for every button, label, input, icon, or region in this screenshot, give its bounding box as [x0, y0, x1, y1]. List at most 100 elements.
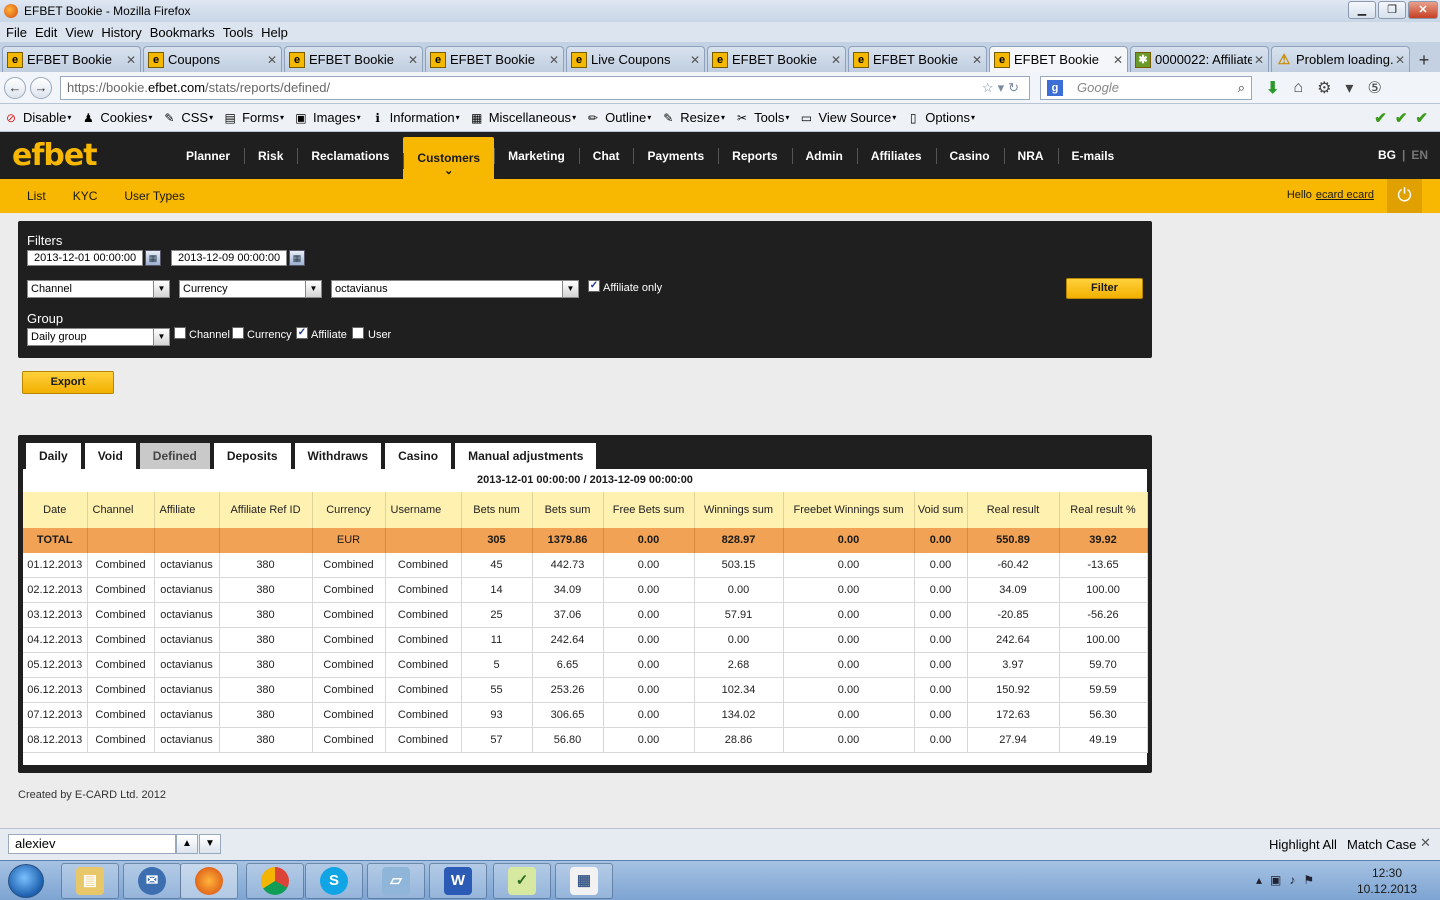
- close-tab-icon[interactable]: ✕: [1113, 53, 1123, 67]
- close-tab-icon[interactable]: ✕: [267, 53, 277, 67]
- menu-bookmarks[interactable]: Bookmarks: [146, 25, 219, 40]
- calendar-icon[interactable]: ▦: [145, 250, 161, 266]
- column-header[interactable]: Username: [385, 492, 462, 528]
- nav-marketing[interactable]: Marketing: [494, 132, 579, 179]
- browser-tab[interactable]: e Coupons ✕: [143, 46, 282, 72]
- subnav-user-types[interactable]: User Types: [108, 189, 195, 203]
- calendar-icon[interactable]: ▦: [289, 250, 305, 266]
- column-header[interactable]: Affiliate: [154, 492, 220, 528]
- find-next-button[interactable]: ▼: [199, 834, 221, 854]
- devtool-options[interactable]: ▯ Options ▾: [906, 110, 975, 125]
- browser-tab[interactable]: e Live Coupons ✕: [566, 46, 705, 72]
- forward-button[interactable]: →: [30, 76, 52, 99]
- nav-chat[interactable]: Chat: [578, 132, 634, 179]
- column-header[interactable]: Free Bets sum: [603, 492, 695, 528]
- search-bar[interactable]: g Google ⌕: [1040, 75, 1252, 100]
- tab-deposits[interactable]: Deposits: [213, 443, 291, 469]
- date-from-input[interactable]: 2013-12-01 00:00:00: [27, 250, 143, 266]
- group-user-checkbox[interactable]: [352, 327, 364, 339]
- taskbar-spreadsheet[interactable]: ▦: [555, 863, 613, 899]
- nav-emails[interactable]: E-mails: [1057, 132, 1129, 179]
- group-affiliate-checkbox[interactable]: ✓: [296, 327, 308, 339]
- close-findbar-icon[interactable]: ✕: [1420, 835, 1431, 851]
- channel-select[interactable]: Channel ▼: [27, 280, 170, 298]
- find-previous-button[interactable]: ▲: [176, 834, 198, 854]
- menu-history[interactable]: History: [97, 25, 145, 40]
- group-currency-checkbox[interactable]: [232, 327, 244, 339]
- devtool-miscellaneous[interactable]: ▦ Miscellaneous ▾: [470, 110, 576, 125]
- nav-planner[interactable]: Planner: [172, 132, 244, 179]
- group-channel-checkbox[interactable]: [174, 327, 186, 339]
- date-to-input[interactable]: 2013-12-09 00:00:00: [171, 250, 287, 266]
- taskbar-skype[interactable]: S: [305, 863, 363, 899]
- logout-power-icon[interactable]: ⏻: [1387, 179, 1422, 213]
- column-header[interactable]: Affiliate Ref ID: [219, 492, 313, 528]
- taskbar-firefox[interactable]: [180, 863, 238, 899]
- tab-withdraws[interactable]: Withdraws: [294, 443, 382, 469]
- url-bar[interactable]: https://bookie. efbet.com/stats/reports/d…: [60, 75, 1030, 100]
- column-header[interactable]: Real result %: [1059, 492, 1148, 528]
- devtool-cookies[interactable]: ♟ Cookies ▾: [81, 110, 152, 125]
- taskbar-notepad[interactable]: ▱: [367, 863, 425, 899]
- column-header[interactable]: Bets sum: [532, 492, 604, 528]
- affiliate-only-checkbox[interactable]: ✓: [588, 280, 600, 292]
- nav-customers[interactable]: Customers: [403, 137, 495, 179]
- close-tab-icon[interactable]: ✕: [831, 53, 841, 67]
- export-button[interactable]: Export: [22, 371, 114, 394]
- match-case-button[interactable]: Match Case: [1347, 837, 1416, 852]
- new-tab-button[interactable]: +: [1412, 48, 1436, 72]
- devtool-resize[interactable]: ✎ Resize ▾: [661, 110, 725, 125]
- close-tab-icon[interactable]: ✕: [690, 53, 700, 67]
- column-header[interactable]: Date: [23, 492, 88, 528]
- taskbar-chrome[interactable]: [246, 863, 304, 899]
- devtool-tools[interactable]: ✂ Tools ▾: [735, 110, 789, 125]
- highlight-all-button[interactable]: Highlight All: [1269, 837, 1337, 852]
- devtool-outline[interactable]: ✏ Outline ▾: [586, 110, 651, 125]
- menu-help[interactable]: Help: [257, 25, 292, 40]
- tab-casino[interactable]: Casino: [385, 443, 452, 469]
- browser-tab[interactable]: e EFBET Bookie ✕: [848, 46, 987, 72]
- taskbar-checklist[interactable]: ✓: [493, 863, 551, 899]
- browser-tab[interactable]: e EFBET Bookie ✕: [707, 46, 846, 72]
- close-tab-icon[interactable]: ✕: [408, 53, 418, 67]
- close-tab-icon[interactable]: ✕: [126, 53, 136, 67]
- menu-tools[interactable]: Tools: [219, 25, 257, 40]
- menu-chevron-icon[interactable]: ▾: [1345, 78, 1353, 98]
- browser-tab[interactable]: ⚠ Problem loading... ✕: [1271, 46, 1410, 72]
- column-header[interactable]: Bets num: [461, 492, 533, 528]
- lang-en[interactable]: EN: [1411, 148, 1428, 162]
- affiliate-select[interactable]: octavianus ▼: [331, 280, 579, 298]
- nav-payments[interactable]: Payments: [633, 132, 718, 179]
- browser-tab[interactable]: ✱ 0000022: Affiliate...✕: [1130, 46, 1269, 72]
- nav-affiliates[interactable]: Affiliates: [856, 132, 936, 179]
- column-header[interactable]: Freebet Winnings sum: [783, 492, 915, 528]
- tab-void[interactable]: Void: [84, 443, 136, 469]
- currency-select[interactable]: Currency ▼: [179, 280, 322, 298]
- browser-tab[interactable]: e EFBET Bookie ✕: [2, 46, 141, 72]
- browser-tab[interactable]: e EFBET Bookie ✕: [989, 46, 1128, 72]
- subnav-kyc[interactable]: KYC: [57, 189, 109, 203]
- minimize-button[interactable]: ▁: [1348, 1, 1376, 19]
- taskbar-thunderbird[interactable]: ✉: [123, 863, 181, 899]
- devtool-disable[interactable]: ⊘ Disable ▾: [4, 110, 71, 125]
- clock[interactable]: 12:30 10.12.2013 г.: [1355, 865, 1419, 900]
- tab-manual-adjustments[interactable]: Manual adjustments: [455, 443, 597, 469]
- download-icon[interactable]: ⬇: [1266, 78, 1279, 98]
- search-icon[interactable]: ⌕: [1238, 80, 1245, 96]
- column-header[interactable]: Real result: [967, 492, 1060, 528]
- username-link[interactable]: ecard ecard: [1316, 189, 1374, 201]
- filter-button[interactable]: Filter: [1066, 278, 1143, 299]
- menu-file[interactable]: File: [2, 25, 31, 40]
- taskbar-explorer[interactable]: ▤: [61, 863, 119, 899]
- counter-icon[interactable]: ⑤: [1367, 78, 1381, 98]
- close-window-button[interactable]: ✕: [1408, 1, 1438, 19]
- nav-admin[interactable]: Admin: [791, 132, 857, 179]
- subnav-list[interactable]: List: [0, 189, 57, 203]
- group-select[interactable]: Daily group ▼: [27, 328, 170, 346]
- home-icon[interactable]: ⌂: [1293, 79, 1303, 97]
- taskbar-word[interactable]: W: [429, 863, 487, 899]
- close-tab-icon[interactable]: ✕: [1254, 53, 1264, 67]
- google-icon[interactable]: g: [1047, 79, 1063, 96]
- browser-tab[interactable]: e EFBET Bookie ✕: [425, 46, 564, 72]
- menu-edit[interactable]: Edit: [31, 25, 61, 40]
